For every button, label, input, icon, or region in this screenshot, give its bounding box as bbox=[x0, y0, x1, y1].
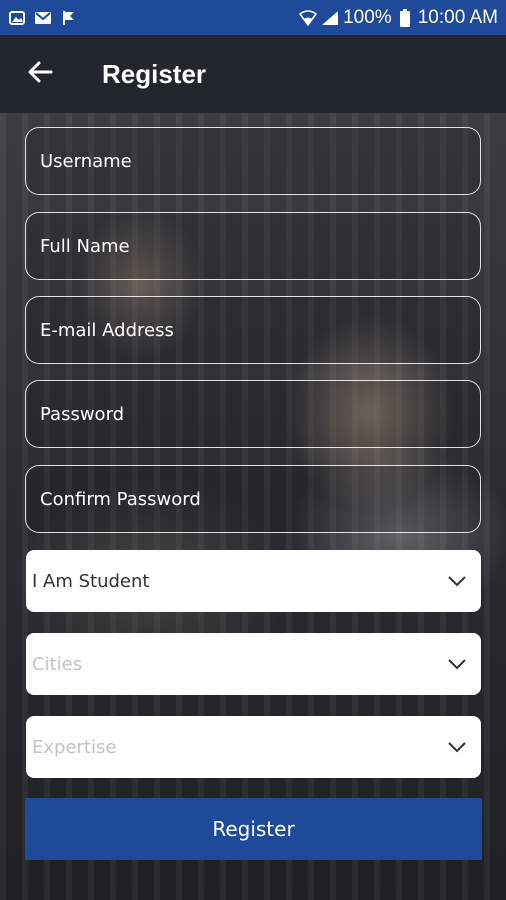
confirm-password-placeholder: Confirm Password bbox=[40, 488, 201, 510]
expertise-placeholder: Expertise bbox=[32, 736, 117, 758]
full-name-placeholder: Full Name bbox=[40, 235, 130, 257]
signal-icon bbox=[321, 10, 339, 26]
mail-icon bbox=[34, 10, 52, 26]
chevron-down-icon bbox=[447, 571, 467, 592]
wifi-icon bbox=[299, 9, 318, 26]
arrow-left-icon bbox=[27, 60, 53, 88]
gallery-icon bbox=[8, 10, 26, 26]
password-field[interactable]: Password bbox=[25, 380, 481, 448]
battery-percent: 100% bbox=[343, 6, 392, 28]
clock: 10:00 AM bbox=[417, 6, 498, 28]
email-placeholder: E-mail Address bbox=[40, 319, 174, 341]
register-button[interactable]: Register bbox=[25, 798, 482, 860]
username-placeholder: Username bbox=[40, 150, 132, 172]
confirm-password-field[interactable]: Confirm Password bbox=[25, 465, 481, 533]
status-icons: 100% 10:00 AM bbox=[299, 7, 498, 29]
password-placeholder: Password bbox=[40, 403, 125, 425]
email-field[interactable]: E-mail Address bbox=[25, 296, 481, 364]
battery-icon bbox=[396, 8, 414, 27]
cities-placeholder: Cities bbox=[32, 653, 83, 675]
flag-icon bbox=[60, 10, 78, 26]
role-select[interactable]: I Am Student bbox=[26, 550, 481, 612]
chevron-down-icon bbox=[447, 737, 467, 758]
back-button[interactable] bbox=[20, 54, 60, 94]
cities-select[interactable]: Cities bbox=[26, 633, 481, 695]
username-field[interactable]: Username bbox=[25, 127, 481, 195]
register-button-label: Register bbox=[212, 817, 295, 841]
status-bar: 100% 10:00 AM bbox=[0, 0, 506, 35]
chevron-down-icon bbox=[447, 654, 467, 675]
role-select-value: I Am Student bbox=[32, 570, 150, 592]
app-bar: Register bbox=[0, 35, 506, 113]
full-name-field[interactable]: Full Name bbox=[25, 212, 481, 280]
page-title: Register bbox=[102, 58, 207, 89]
expertise-select[interactable]: Expertise bbox=[26, 716, 481, 778]
notification-icons bbox=[8, 10, 78, 26]
